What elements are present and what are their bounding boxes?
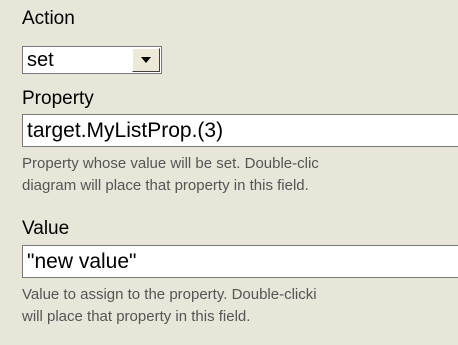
property-label: Property: [22, 88, 94, 109]
action-select-value: set: [27, 49, 54, 71]
action-label: Action: [22, 8, 75, 29]
action-select[interactable]: set: [22, 46, 162, 74]
action-dropdown-button[interactable]: [132, 48, 160, 72]
property-editor-panel: Action set Property target.MyListProp.(3…: [0, 0, 458, 345]
property-description-line1: Property whose value will be set. Double…: [22, 155, 319, 172]
value-label: Value: [22, 218, 70, 239]
property-description-line2: diagram will place that property in this…: [22, 177, 309, 194]
property-input-value: target.MyListProp.(3): [27, 119, 224, 142]
value-input-value: "new value": [27, 250, 137, 273]
property-input[interactable]: target.MyListProp.(3): [22, 114, 458, 147]
chevron-down-icon: [141, 57, 151, 63]
value-input[interactable]: "new value": [22, 245, 458, 278]
value-description-line1: Value to assign to the property. Double-…: [22, 286, 317, 303]
value-description-line2: will place that property in this field.: [22, 308, 251, 325]
